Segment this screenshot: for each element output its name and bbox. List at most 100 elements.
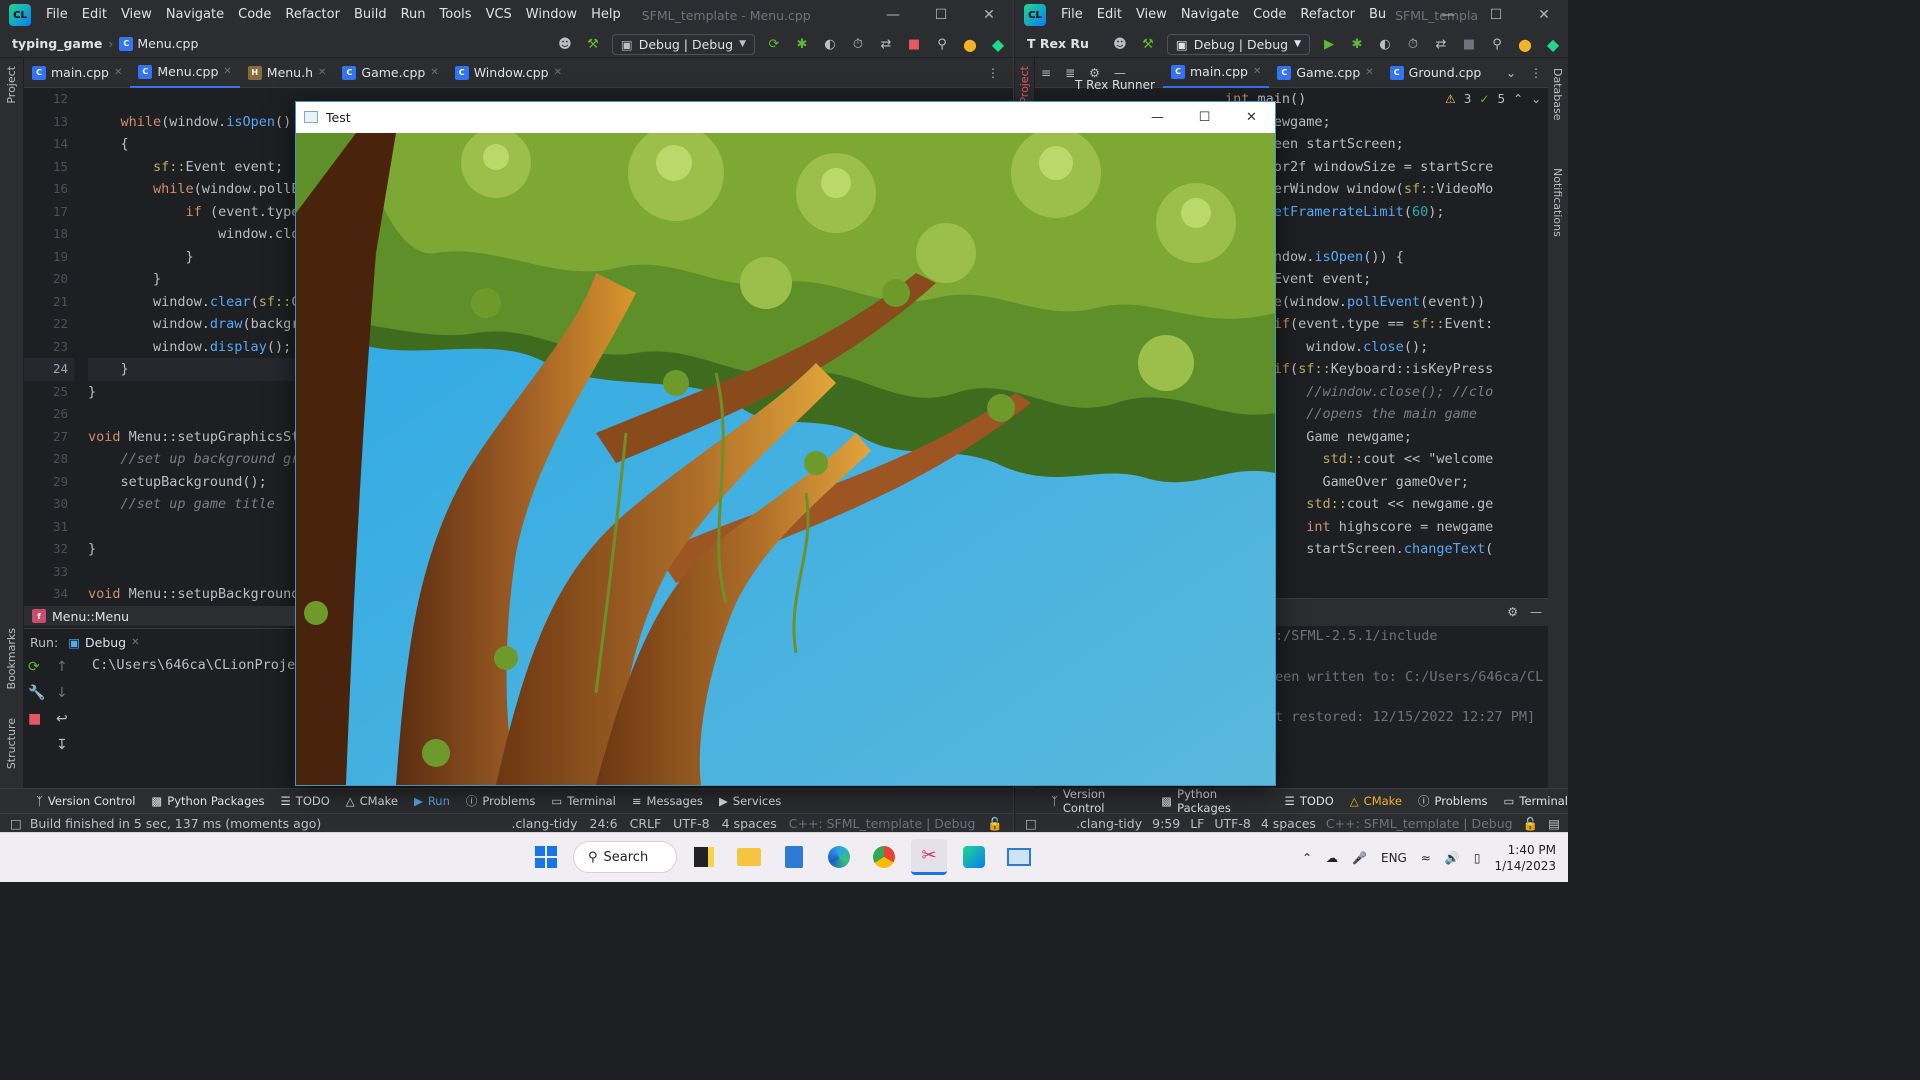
sfml-game-window[interactable]: Test — ☐ ✕ xyxy=(295,101,1276,786)
clion-icon[interactable] xyxy=(956,839,992,875)
tool-run[interactable]: ▶ Run xyxy=(414,794,450,808)
status-line-separator[interactable]: LF xyxy=(1190,816,1204,832)
gear-icon[interactable]: ⚙ xyxy=(1507,605,1518,619)
menu-edit[interactable]: Edit xyxy=(1090,0,1129,30)
tool-cmake[interactable]: △ CMake xyxy=(1350,794,1402,808)
close-tab-icon[interactable]: ✕ xyxy=(318,67,326,78)
line-number[interactable]: 14 xyxy=(24,133,74,156)
minimize-icon[interactable]: — xyxy=(869,0,917,30)
rerun-icon[interactable]: ⟳ xyxy=(28,659,45,675)
maximize-icon[interactable]: ☐ xyxy=(917,0,965,30)
stop-icon[interactable]: ■ xyxy=(905,35,923,53)
chevron-down-icon[interactable]: ⌄ xyxy=(1506,66,1516,80)
line-number[interactable]: 28 xyxy=(24,448,74,471)
clion-logo-icon[interactable]: CL xyxy=(9,4,31,26)
chrome-icon[interactable] xyxy=(866,839,902,875)
update-icon[interactable]: ● xyxy=(1516,35,1534,54)
menu-vcs[interactable]: VCS xyxy=(479,0,519,30)
tab-game-cpp[interactable]: C Game.cpp ✕ xyxy=(1269,58,1381,88)
close-icon[interactable]: ✕ xyxy=(965,0,1013,30)
more-tabs-icon[interactable]: ⋮ xyxy=(1530,66,1542,80)
code-line[interactable]: { xyxy=(88,133,299,156)
menu-refactor[interactable]: Refactor xyxy=(1293,0,1362,30)
line-number[interactable]: 12 xyxy=(24,88,74,111)
menu-view[interactable]: View xyxy=(1129,0,1174,30)
line-number[interactable]: 23 xyxy=(24,336,74,359)
remote-desktop-icon[interactable] xyxy=(1001,839,1037,875)
search-icon[interactable]: ⚲ xyxy=(933,35,951,53)
microphone-icon[interactable]: 🎤 xyxy=(1352,851,1367,865)
more-tabs-icon[interactable]: ⋮ xyxy=(987,66,999,80)
run-configuration-select[interactable]: ▣ Debug | Debug ▼ xyxy=(611,33,755,55)
memory-icon[interactable]: ▤ xyxy=(1548,816,1560,832)
clock[interactable]: 1:40 PM 1/14/2023 xyxy=(1494,842,1556,874)
code-line[interactable]: sf::Event event; xyxy=(88,156,299,179)
code-line[interactable]: } xyxy=(88,538,299,561)
update-icon[interactable]: ● xyxy=(961,35,979,54)
edge-icon[interactable] xyxy=(821,839,857,875)
tool-todo[interactable]: ☰ TODO xyxy=(1285,794,1334,808)
minimize-icon[interactable]: — xyxy=(1134,102,1181,132)
status-caret-position[interactable]: 24:6 xyxy=(590,816,618,832)
line-number[interactable]: 13 xyxy=(24,111,74,134)
code-line[interactable] xyxy=(88,516,299,539)
line-number[interactable]: 19 xyxy=(24,246,74,269)
status-caret-position[interactable]: 9:59 xyxy=(1152,816,1180,832)
stop-icon[interactable]: ■ xyxy=(28,711,45,727)
menu-navigate[interactable]: Navigate xyxy=(1174,0,1246,30)
tool-terminal[interactable]: ▭ Terminal xyxy=(551,794,615,808)
snipping-tool-icon[interactable]: ✂ xyxy=(911,839,947,875)
status-indent[interactable]: 4 spaces xyxy=(722,816,777,832)
rerun-icon[interactable]: ⟳ xyxy=(765,35,783,53)
line-number[interactable]: 30 xyxy=(24,493,74,516)
tool-problems[interactable]: ⓘ Problems xyxy=(466,793,536,809)
menu-build[interactable]: Bu xyxy=(1362,0,1393,30)
build-hammer-icon[interactable]: ⚒ xyxy=(584,35,602,53)
onedrive-cloud-icon[interactable]: ☁ xyxy=(1326,851,1338,865)
code-line[interactable]: } xyxy=(88,246,299,269)
tab-menu-h[interactable]: H Menu.h ✕ xyxy=(240,58,335,88)
wifi-icon[interactable]: ≈ xyxy=(1421,851,1431,865)
code-line[interactable]: //set up game title xyxy=(88,493,299,516)
tool-problems[interactable]: ⓘ Problems xyxy=(1418,793,1488,809)
menu-help[interactable]: Help xyxy=(584,0,628,30)
structure-tool-label[interactable]: Structure xyxy=(5,718,18,769)
menu-code[interactable]: Code xyxy=(1246,0,1293,30)
line-number[interactable]: 32 xyxy=(24,538,74,561)
attach-icon[interactable]: ⇄ xyxy=(877,35,895,53)
close-tab-icon[interactable]: ✕ xyxy=(114,67,122,78)
start-icon[interactable] xyxy=(528,839,564,875)
tool-terminal[interactable]: ▭ Terminal xyxy=(1504,794,1568,808)
tab-main-cpp[interactable]: Cmain.cpp ✕ xyxy=(1163,58,1270,88)
maximize-icon[interactable]: ☐ xyxy=(1181,102,1228,132)
maximize-icon[interactable]: ☐ xyxy=(1472,0,1520,30)
close-tab-icon[interactable]: ✕ xyxy=(554,67,562,78)
chevron-up-icon[interactable]: ⌃ xyxy=(1513,92,1523,106)
user-icon[interactable]: ☻ xyxy=(556,35,574,53)
scroll-to-end-icon[interactable]: ↧ xyxy=(56,737,68,753)
code-line[interactable]: window.clear(sf::C xyxy=(88,291,299,314)
tab-game-cpp[interactable]: C Game.cpp ✕ xyxy=(334,58,446,88)
minimize-icon[interactable]: — xyxy=(1424,0,1472,30)
code-line[interactable]: if (event.type xyxy=(88,201,300,224)
code-line[interactable] xyxy=(88,561,299,584)
tool-version-control[interactable]: ᛉ Version Control xyxy=(1051,787,1145,815)
arrow-up-icon[interactable]: ↑ xyxy=(56,659,68,675)
lock-icon[interactable]: 🔓 xyxy=(987,816,1003,832)
run-icon[interactable]: ▶ xyxy=(1320,35,1338,53)
code-line[interactable]: window.clo xyxy=(88,223,299,246)
volume-icon[interactable]: 🔊 xyxy=(1445,851,1460,865)
user-icon[interactable]: ☻ xyxy=(1111,35,1129,53)
profile-icon[interactable]: ⏱ xyxy=(849,35,867,53)
code-line[interactable]: } xyxy=(88,381,299,404)
debug-bug-icon[interactable]: ✱ xyxy=(793,35,811,53)
menu-tools[interactable]: Tools xyxy=(433,0,479,30)
tool-services[interactable]: ▶ Services xyxy=(719,794,781,808)
code-line[interactable]: } xyxy=(88,268,299,291)
chevron-up-icon[interactable]: ⌃ xyxy=(1302,851,1312,865)
tab-menu-cpp[interactable]: C Menu.cpp ✕ xyxy=(130,58,240,88)
coverage-icon[interactable]: ◐ xyxy=(821,35,839,53)
language-indicator[interactable]: ENG xyxy=(1381,851,1407,865)
lock-icon[interactable]: 🔓 xyxy=(1523,816,1539,832)
menu-code[interactable]: Code xyxy=(231,0,278,30)
